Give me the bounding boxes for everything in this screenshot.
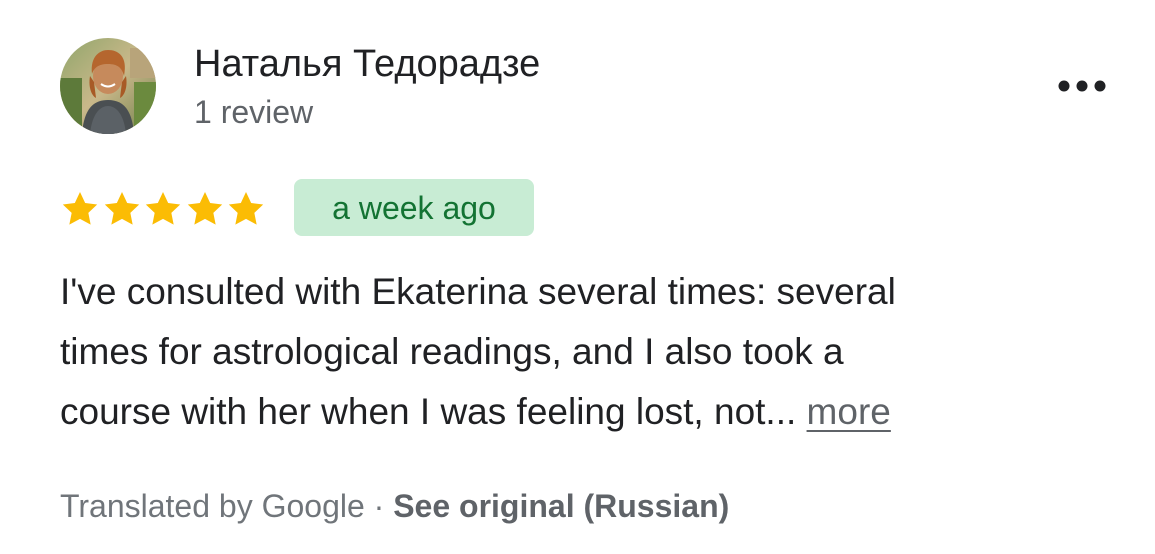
translated-by-label: Translated by Google [60,488,365,524]
review-line-text: course with her when I was feeling lost,… [60,391,797,432]
more-options-button[interactable] [1052,68,1112,104]
review-line: times for astrological readings, and I a… [60,331,844,372]
review-card: Наталья Тедорадзе 1 review a week ago I'… [0,0,1155,554]
more-horiz-icon [1058,80,1106,92]
star-rating [60,188,268,230]
avatar[interactable] [60,38,156,134]
star-icon [228,192,264,225]
date-badge: a week ago [294,179,534,236]
review-date: a week ago [332,189,496,226]
star-icon [145,192,181,225]
star-icon [187,192,222,225]
translation-note: Translated by Google · See original (Rus… [60,486,729,526]
see-original-link[interactable]: See original (Russian) [393,488,729,524]
review-count: 1 review [194,94,314,130]
review-line: course with her when I was feeling lost,… [60,382,1120,442]
star-icon [62,192,98,225]
more-link[interactable]: more [807,391,891,432]
reviewer-name[interactable]: Наталья Тедорадзе [194,40,540,88]
star-icon [104,192,139,225]
review-line: I've consulted with Ekaterina several ti… [60,271,896,312]
separator-dot: · [373,488,385,524]
avatar-photo [60,38,156,134]
review-text: I've consulted with Ekaterina several ti… [60,262,1120,442]
